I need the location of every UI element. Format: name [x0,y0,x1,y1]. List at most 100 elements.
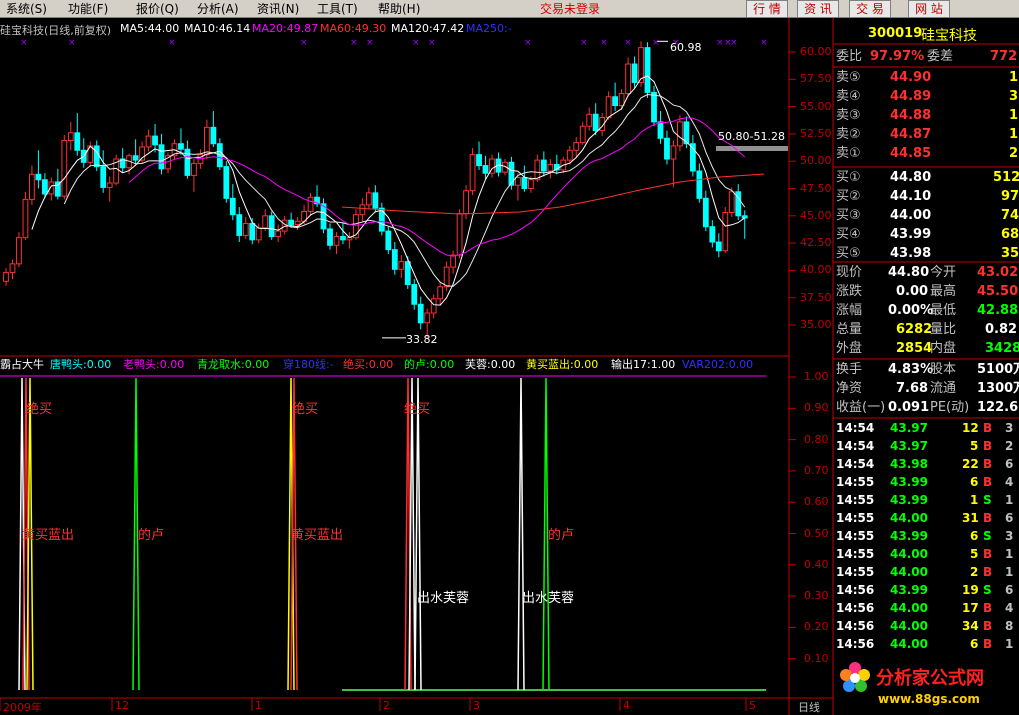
stat-value: 43.02 [977,265,1019,280]
trade-button[interactable]: 交 易 [849,0,891,18]
menu-system[interactable]: 系统(S) [6,1,47,17]
menu-analysis[interactable]: 分析(A) [197,1,239,17]
indicator-legend-item: 输出17:1.00 [611,358,676,371]
marker-x-icon: × [168,38,176,48]
news-button[interactable]: 资 讯 [797,0,839,18]
trade-row: 14:56 44.00 6 B 1 [836,635,1019,653]
trade-bs: B [983,637,993,651]
logo-url: www.88gs.com [878,692,980,706]
trade-bs: B [983,619,993,633]
candle-body [489,158,495,174]
website-button[interactable]: 网 站 [908,0,950,18]
candle-body [540,159,547,172]
ma120-label: MA120:47.42 [391,22,465,35]
menu-quote[interactable]: 报价(Q) [136,1,179,17]
candle-body [476,154,482,167]
candle-body [346,237,353,241]
candle-body [450,254,457,268]
trade-bs: B [983,601,993,615]
candle-body [521,177,528,190]
trade-row: 14:56 44.00 34 B 8 [836,617,1019,635]
trade-vol: 5 [970,547,979,561]
candle-body [515,177,521,186]
order-volume: 1 [1009,127,1019,142]
candle-body [411,284,418,305]
menu-tools[interactable]: 工具(T) [317,1,358,17]
date-tick-label: 1 [255,699,262,712]
candle-body [592,113,599,132]
order-volume: 35 [1001,246,1019,261]
candle-body [638,47,644,84]
indicator-tick-label: 1.00 [804,370,829,383]
trade-n: 3 [1005,421,1014,435]
candle-body [508,161,515,186]
trade-row: 14:55 43.99 1 S 1 [836,491,1019,509]
candle-body [547,163,554,172]
trade-n: 4 [1005,475,1014,489]
candle-body [158,144,165,170]
trade-bs: B [983,439,993,453]
menu-function[interactable]: 功能(F) [68,1,108,17]
trade-price: 44.00 [890,601,928,615]
menu-news[interactable]: 资讯(N) [257,1,299,17]
ma10-line [63,93,746,287]
candle-body [294,220,301,226]
order-volume: 2 [1009,146,1019,161]
order-price: 44.10 [890,189,932,204]
marker-x-icon: × [730,38,738,48]
candle-body [625,63,631,94]
trade-row: 14:55 43.99 6 S 3 [836,527,1019,545]
marker-x-icon: × [760,38,768,48]
order-volume: 512 [993,170,1019,185]
indicator-tick-label: 0.90 [804,401,829,415]
candle-body [165,155,171,170]
trade-n: 1 [1005,565,1014,579]
menu-bar: 系统(S) 功能(F) 报价(Q) 分析(A) 资讯(N) 工具(T) 帮助(H… [0,0,1019,18]
stat-value: 0.00% [888,303,934,318]
trade-row: 14:56 44.00 17 B 4 [836,599,1019,617]
trade-time: 14:54 [836,421,875,435]
order-price: 44.89 [890,89,932,104]
market-button[interactable]: 行 情 [746,0,788,18]
indicator-tick-label: 0.10 [804,651,829,665]
candle-body [741,215,748,219]
marker-x-icon: × [68,38,76,48]
candle-body [618,92,625,107]
chart-title-text: 硅宝科技(日线,前复权) [0,24,112,37]
ma60-label: MA60:49.30 [320,22,387,35]
stock-code: 300019 [868,26,923,41]
marker-x-icon: × [652,38,660,48]
ma5-label: MA5:44.00 [120,22,180,35]
date-tick-label: 5 [749,699,756,712]
trade-bs: B [983,511,993,525]
trade-bs: B [983,547,993,561]
candle-body [715,241,722,252]
candle-body [106,182,113,188]
price-tick-label: 60.00 [800,45,832,58]
price-tick-label: 52.50 [800,126,832,140]
site-logo: 分析家公式网 www.88gs.com [836,656,1019,715]
candle-body [683,121,690,145]
order-price: 44.85 [890,146,932,161]
candle-body [443,266,450,288]
candle-body [145,135,152,148]
menu-help[interactable]: 帮助(H) [378,1,420,17]
candle-body [502,161,508,173]
stat-value: 42.88 [977,303,1019,318]
indicator-legend-item: 绝买:0.00 [343,358,394,371]
order-price: 44.90 [890,70,932,85]
candle-body [463,190,469,215]
indicator-tick-label: 0.50 [804,526,829,540]
indicator-spike [408,377,416,691]
trade-time: 14:56 [836,619,875,633]
indicator-tick-label: 0.80 [804,432,829,446]
date-tick-label: 4 [623,699,630,712]
trade-vol: 34 [962,619,979,633]
trade-vol: 6 [970,637,979,651]
period-label[interactable]: 日线 [798,699,820,715]
candle-body [262,215,269,229]
stat-label: 净资 [836,381,863,396]
stat-label: PE(动) [930,400,970,415]
signal-label: 出水芙蓉 [417,591,470,606]
moving-average-lines [31,75,765,306]
